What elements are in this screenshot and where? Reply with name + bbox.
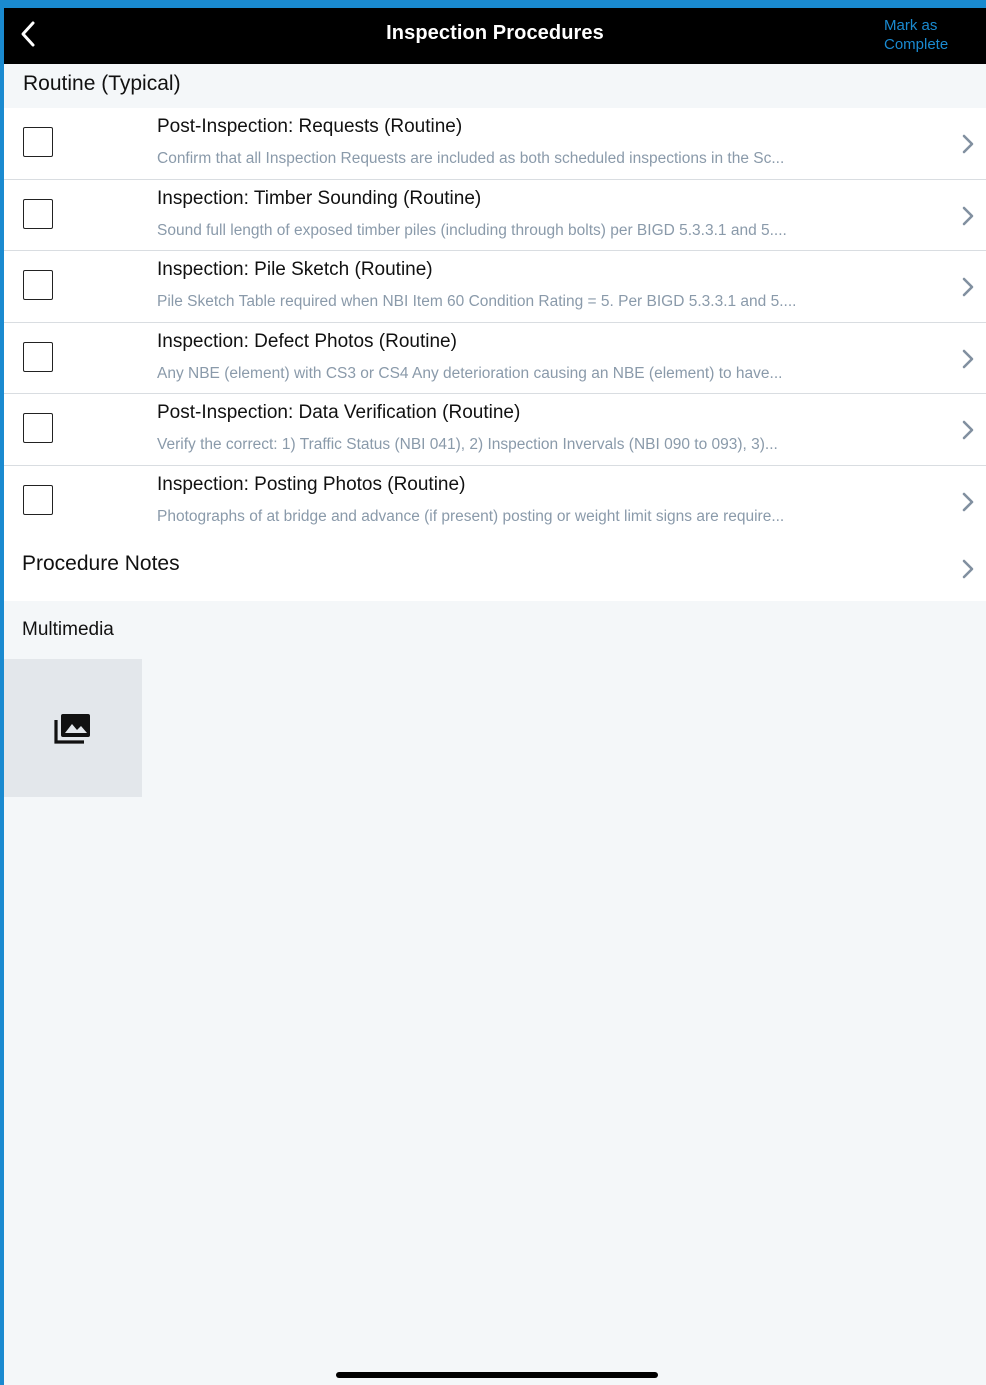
chevron-right-icon [962,559,974,579]
multimedia-header: Multimedia [4,601,986,659]
procedure-row[interactable]: Post-Inspection: Data Verification (Rout… [4,394,986,466]
procedure-title: Inspection: Posting Photos (Routine) [157,473,466,495]
procedure-checkbox[interactable] [23,413,53,443]
procedure-row[interactable]: Inspection: Pile Sketch (Routine) Pile Sk… [4,251,986,323]
procedure-checkbox[interactable] [23,127,53,157]
multimedia-label: Multimedia [22,619,114,640]
procedure-checkbox[interactable] [23,270,53,300]
page-title: Inspection Procedures [386,22,604,44]
procedure-description: Pile Sketch Table required when NBI Item… [157,293,797,310]
procedure-row[interactable]: Inspection: Timber Sounding (Routine) Sou… [4,179,986,251]
procedure-description: Confirm that all Inspection Requests are… [157,150,785,167]
procedure-notes-label: Procedure Notes [22,552,180,575]
procedure-notes-row[interactable]: Procedure Notes [4,529,986,601]
procedure-checkbox[interactable] [23,198,53,229]
procedure-title: Post-Inspection: Data Verification (Rout… [157,402,521,423]
mark-complete-label-line2: Complete [884,36,949,53]
procedure-description: Verify the correct: 1) Traffic Status (N… [157,436,778,453]
procedure-title: Inspection: Pile Sketch (Routine) [157,259,433,280]
navigation-bar: Inspection Procedures Mark as Complete [4,8,986,64]
chevron-right-icon [962,492,974,511]
procedure-description: Sound full length of exposed timber pile… [157,221,787,239]
home-indicator [336,1372,658,1378]
section-title: Routine (Typical) [23,72,181,95]
procedure-title: Post-Inspection: Requests (Routine) [157,116,463,137]
procedure-title: Inspection: Defect Photos (Routine) [157,330,457,352]
photo-library-icon [54,714,90,744]
chevron-right-icon [962,420,974,440]
app-screen: Inspection Procedures Mark as Complete R… [4,8,986,1385]
procedure-row[interactable]: Post-Inspection: Requests (Routine) Confi… [4,108,986,180]
procedure-checkbox[interactable] [23,484,53,515]
chevron-right-icon [962,206,974,225]
procedure-list: Post-Inspection: Requests (Routine) Confi… [4,108,986,537]
procedure-title: Inspection: Timber Sounding (Routine) [157,187,482,209]
add-media-tile[interactable] [4,659,142,797]
procedure-description: Photographs of at bridge and advance (if… [157,507,785,525]
mark-as-complete-button[interactable]: Mark as Complete [884,16,960,54]
procedure-description: Any NBE (element) with CS3 or CS4 Any de… [157,364,783,382]
chevron-right-icon [962,134,974,154]
procedure-row[interactable]: Inspection: Posting Photos (Routine) Phot… [4,465,986,537]
chevron-right-icon [962,349,974,368]
section-header: Routine (Typical) [4,64,986,108]
procedure-checkbox[interactable] [23,341,53,372]
mark-complete-label-line1: Mark as [884,17,938,34]
chevron-right-icon [962,277,974,297]
procedure-row[interactable]: Inspection: Defect Photos (Routine) Any N… [4,322,986,394]
